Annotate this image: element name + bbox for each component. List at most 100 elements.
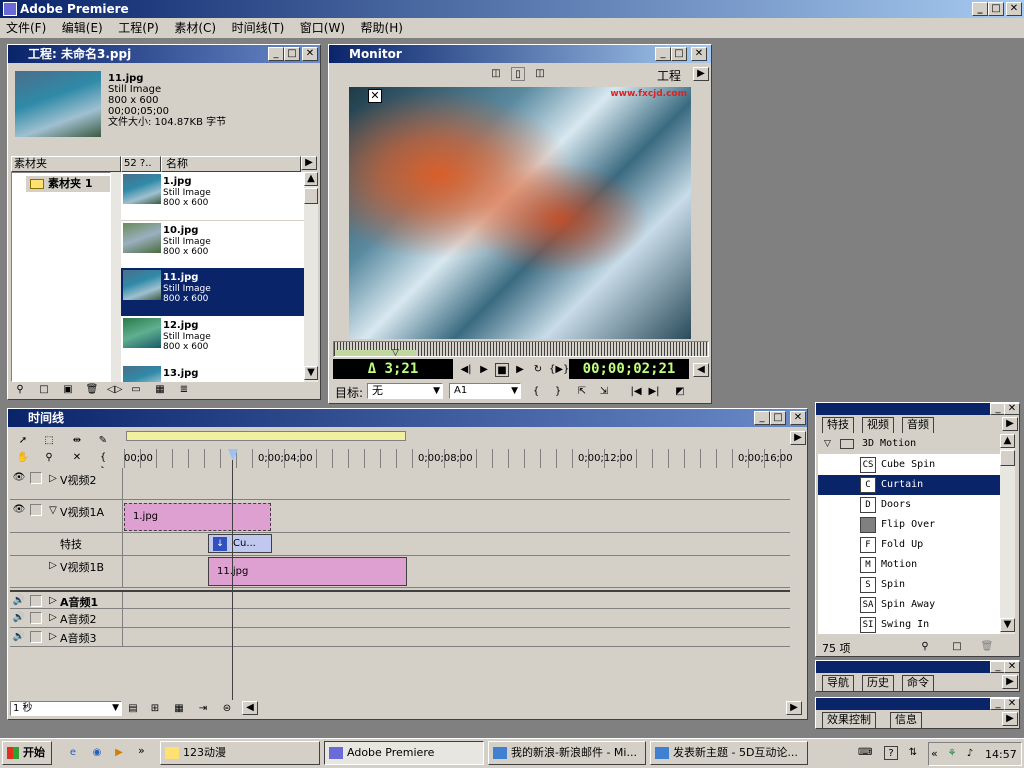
scroll-down-button[interactable]: ▼: [1000, 618, 1015, 632]
timeline-menu-button[interactable]: ▶: [790, 431, 806, 445]
ime-icon[interactable]: ⇅: [906, 746, 920, 760]
folder-3d-motion[interactable]: ▽ 3D Motion: [818, 434, 1000, 454]
step-forward-icon[interactable]: ▶: [477, 363, 491, 377]
clip-11jpg[interactable]: 11.jpg: [208, 557, 407, 586]
outlook-icon[interactable]: ◉: [90, 746, 104, 760]
monitor-scroll-button[interactable]: ◀: [693, 363, 709, 377]
minimize-button[interactable]: _: [972, 2, 988, 16]
network-icon[interactable]: ⚘: [945, 747, 959, 761]
timeline-maximize-button[interactable]: □: [770, 411, 786, 425]
effects-menu-button[interactable]: ▶: [1002, 417, 1018, 431]
play-icon[interactable]: ▶: [513, 363, 527, 377]
scroll-thumb[interactable]: [1000, 450, 1015, 466]
menu-file[interactable]: 文件(F): [0, 18, 52, 38]
tab-audio[interactable]: 音频: [902, 417, 934, 433]
keyboard-icon[interactable]: ⌨: [858, 746, 872, 760]
list-item-selected[interactable]: 11.jpg Still Image 800 x 600: [121, 268, 304, 316]
snap-icon[interactable]: ⊞: [148, 702, 162, 716]
new-item-icon[interactable]: ▣: [61, 383, 75, 397]
step-back-icon[interactable]: ◀|: [459, 363, 473, 377]
taskbar-item-sina-mail[interactable]: 我的新浪-新浪邮件 - Mi...: [488, 741, 646, 765]
thumbnail-view-icon[interactable]: ▦: [153, 383, 167, 397]
list-item[interactable]: 1.jpg Still Image 800 x 600: [121, 172, 304, 220]
next-edit-icon[interactable]: ▶|: [647, 385, 661, 399]
expand-icon[interactable]: ▷: [46, 472, 60, 486]
range-select-icon[interactable]: ⬚: [42, 434, 56, 448]
close-preview-icon[interactable]: ✕: [368, 89, 382, 103]
menu-project[interactable]: 工程(P): [112, 18, 165, 38]
timeline-close-button[interactable]: ✕: [790, 411, 806, 425]
expand-icon[interactable]: ▷: [46, 611, 60, 625]
effect-item[interactable]: SI Swing In: [818, 615, 1000, 635]
clip-scrollbar[interactable]: ▲ ▼: [304, 172, 318, 382]
expand-icon[interactable]: ▷: [46, 594, 60, 608]
speaker-icon[interactable]: 🔊: [12, 630, 26, 644]
eye-icon[interactable]: 👁: [12, 503, 26, 517]
ripple-edit-icon[interactable]: ⇹: [70, 434, 84, 448]
extract-icon[interactable]: ⇲: [597, 385, 611, 399]
ie-icon[interactable]: e: [66, 746, 80, 760]
collapse-icon[interactable]: ▽: [46, 504, 60, 518]
lock-toggle[interactable]: [30, 612, 42, 624]
effect-item[interactable]: M Motion: [818, 555, 1000, 575]
count-column-header[interactable]: 52 ?..: [121, 156, 161, 172]
effect-item[interactable]: CS Cube Spin: [818, 455, 1000, 475]
transition-direction-icon[interactable]: ↓: [213, 537, 227, 551]
list-view-icon[interactable]: ≣: [177, 383, 191, 397]
scroll-thumb[interactable]: [304, 188, 318, 204]
navigator-close-button[interactable]: ✕: [1004, 661, 1020, 673]
list-item[interactable]: 10.jpg Still Image 800 x 600: [121, 220, 304, 268]
scroll-down-button[interactable]: ▼: [304, 366, 318, 380]
h-scroll-right[interactable]: ▶: [786, 701, 802, 715]
in-out-tool-icon[interactable]: { }: [96, 451, 110, 477]
jog-bar[interactable]: ▽: [333, 341, 709, 358]
menu-clip[interactable]: 素材(C): [168, 18, 222, 38]
edge-view-icon[interactable]: ▦: [172, 702, 186, 716]
selection-tool-icon[interactable]: ➚: [16, 434, 30, 448]
menu-window[interactable]: 窗口(W): [294, 18, 351, 38]
speaker-icon[interactable]: 🔊: [12, 594, 26, 608]
lock-toggle[interactable]: [30, 504, 42, 516]
delete-icon[interactable]: 🗑: [980, 640, 994, 654]
playhead-marker[interactable]: ▽: [392, 348, 399, 358]
volume-icon[interactable]: ♪: [963, 747, 977, 761]
lock-toggle[interactable]: [30, 595, 42, 607]
transition-clip[interactable]: ↓ Cu...: [208, 534, 272, 553]
navigator-menu-button[interactable]: ▶: [1002, 675, 1018, 689]
work-area-bar[interactable]: [126, 431, 406, 441]
lock-toggle[interactable]: [30, 472, 42, 484]
loop-icon[interactable]: ↻: [531, 363, 545, 377]
find-icon[interactable]: ⚲: [13, 383, 27, 397]
media-player-icon[interactable]: ▶: [112, 746, 126, 760]
expand-icon[interactable]: ▷: [46, 630, 60, 644]
prev-edit-icon[interactable]: |◀: [629, 385, 643, 399]
tab-commands[interactable]: 命令: [902, 675, 934, 691]
tab-transitions[interactable]: 特技: [822, 417, 854, 433]
taskbar-item-5d-forum[interactable]: 发表新主题 - 5D互动论...: [650, 741, 808, 765]
speaker-icon[interactable]: 🔊: [12, 611, 26, 625]
clip-1jpg[interactable]: 1.jpg: [124, 503, 271, 531]
new-folder-icon[interactable]: □: [950, 640, 964, 654]
icon-view-icon[interactable]: ▭: [129, 383, 143, 397]
shift-tracks-icon[interactable]: ⇥: [196, 702, 210, 716]
effect-controls-menu-button[interactable]: ▶: [1002, 712, 1018, 726]
list-item[interactable]: 13.jpg: [121, 364, 304, 382]
effect-item-selected[interactable]: C Curtain: [818, 475, 1000, 495]
delete-icon[interactable]: 🗑: [85, 383, 99, 397]
scroll-up-button[interactable]: ▲: [304, 172, 318, 186]
bin-scrollbar[interactable]: [111, 172, 121, 382]
lift-icon[interactable]: ⇱: [575, 385, 589, 399]
effect-item[interactable]: S Spin: [818, 575, 1000, 595]
monitor-close-button[interactable]: ✕: [691, 47, 707, 61]
restore-button[interactable]: □: [988, 2, 1004, 16]
audio-target-select[interactable]: A1 ▼: [449, 383, 521, 399]
target-select[interactable]: 无 ▼: [367, 383, 443, 399]
taskbar-item-123dongman[interactable]: 123动漫: [160, 741, 320, 765]
taskbar-item-premiere[interactable]: Adobe Premiere: [324, 741, 484, 765]
monitor-menu-button[interactable]: ▶: [693, 67, 709, 81]
menu-edit[interactable]: 编辑(E): [56, 18, 109, 38]
monitor-minimize-button[interactable]: _: [655, 47, 671, 61]
hand-tool-icon[interactable]: ✋: [16, 451, 30, 465]
eye-icon[interactable]: 👁: [12, 471, 26, 485]
trim-view-icon[interactable]: ◫: [533, 67, 547, 81]
